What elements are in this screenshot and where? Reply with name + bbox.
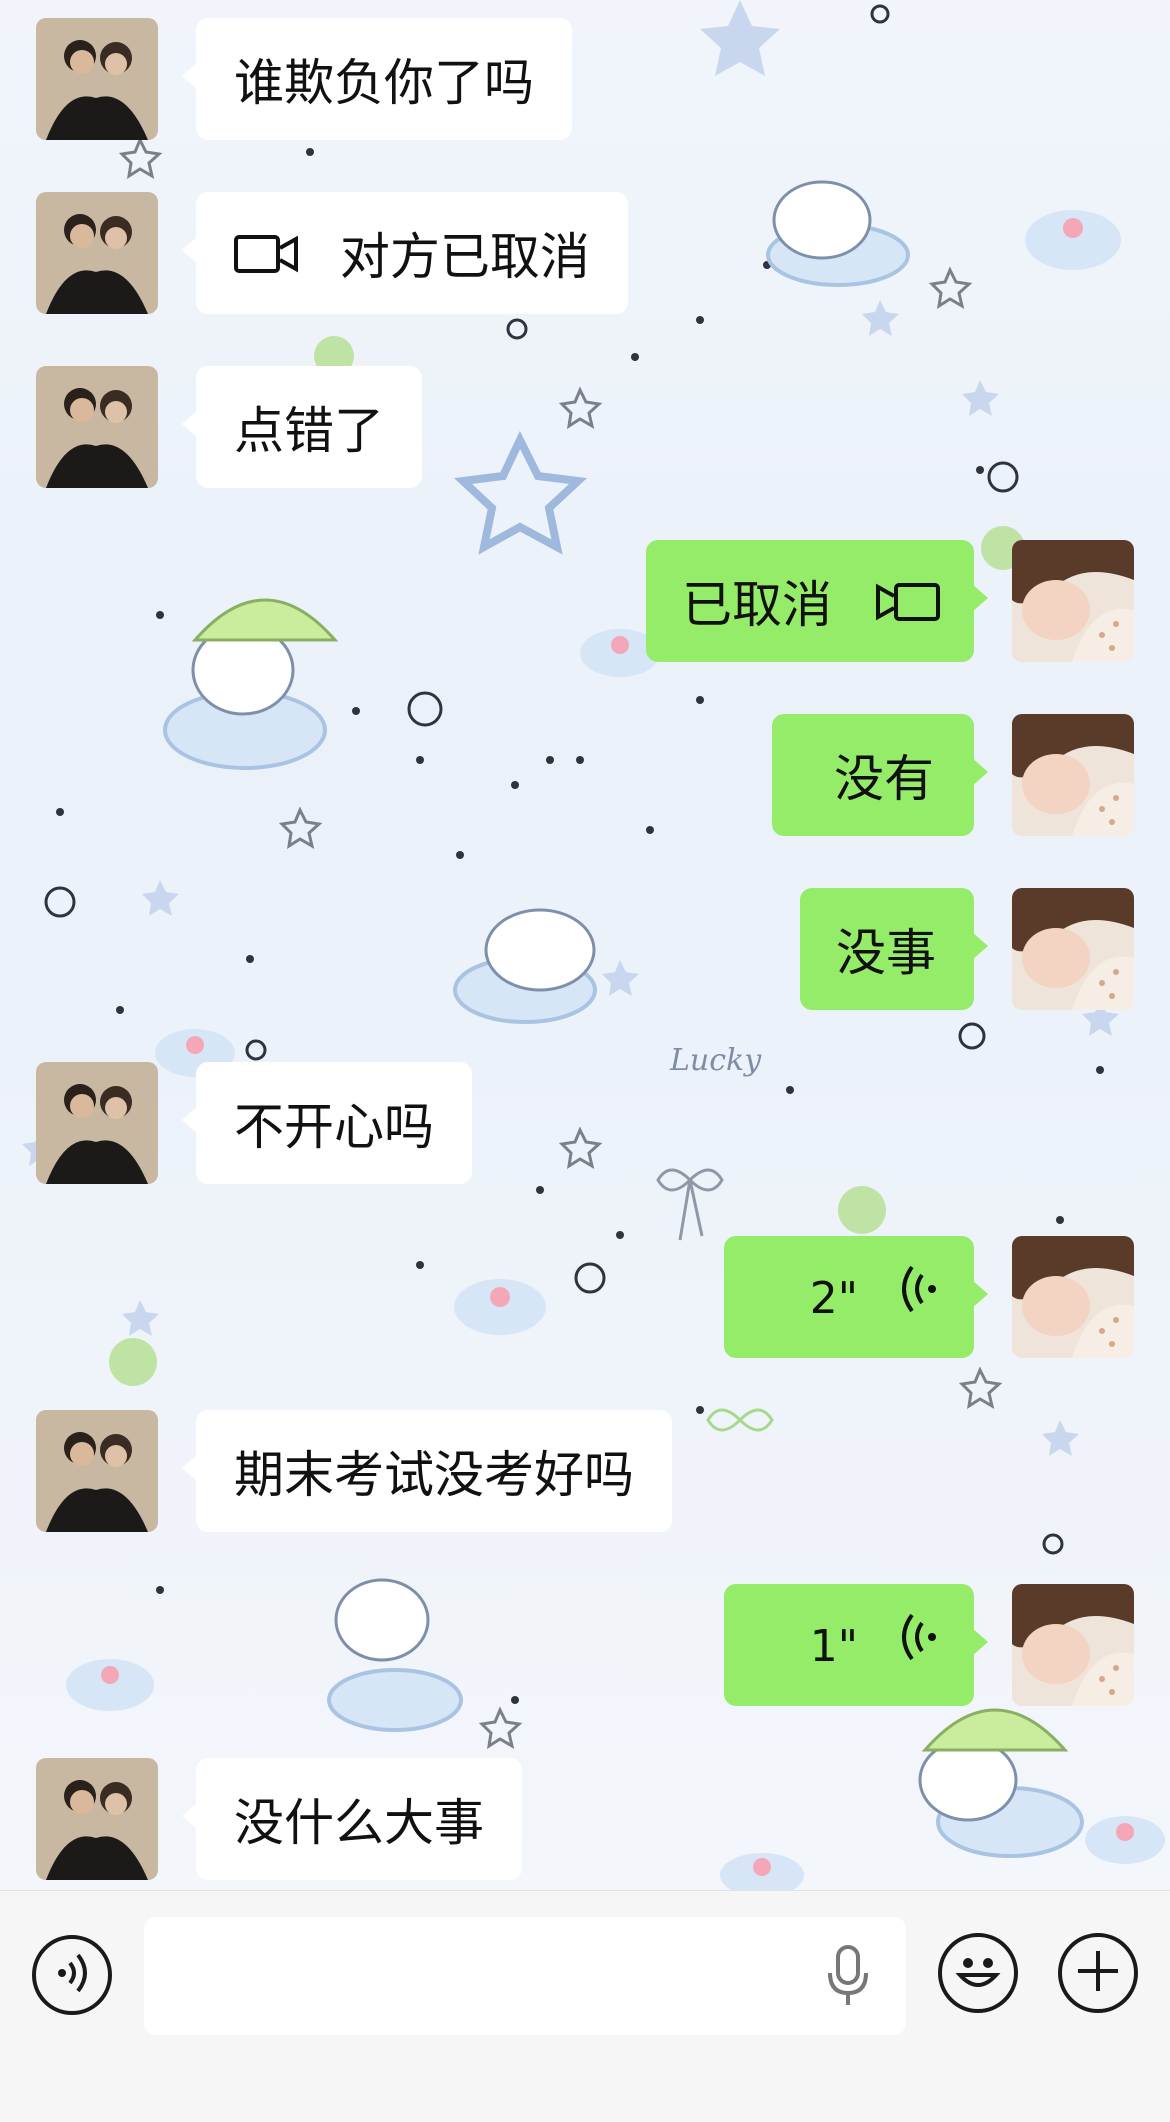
- my-avatar[interactable]: [1012, 540, 1134, 662]
- emoji-icon: [948, 1941, 1008, 2005]
- message-bubble-outgoing[interactable]: 没事: [800, 888, 988, 1010]
- message-bubble-outgoing-call[interactable]: 已取消: [646, 540, 988, 662]
- plus-icon: [1074, 1947, 1122, 1999]
- my-avatar[interactable]: [1012, 888, 1134, 1010]
- my-avatar[interactable]: [1012, 1236, 1134, 1358]
- message-text: 没什么大事: [234, 1793, 484, 1852]
- voice-mode-button[interactable]: [32, 1935, 112, 2015]
- message-bubble-incoming[interactable]: 没什么大事: [182, 1758, 522, 1880]
- voice-wave-icon: [898, 1586, 938, 1708]
- message-bubble-incoming[interactable]: 不开心吗: [182, 1062, 472, 1184]
- emoji-button[interactable]: [938, 1933, 1018, 2013]
- message-text: 已取消: [682, 575, 832, 634]
- contact-avatar[interactable]: [36, 18, 158, 140]
- voice-duration: 2": [809, 1273, 858, 1324]
- my-avatar[interactable]: [1012, 1584, 1134, 1706]
- message-text: 没事: [836, 923, 936, 982]
- voice-wave-icon: [898, 1238, 938, 1360]
- message-text: 期末考试没考好吗: [234, 1445, 634, 1504]
- message-bubble-incoming[interactable]: 期末考试没考好吗: [182, 1410, 672, 1532]
- video-call-icon: [875, 544, 940, 666]
- contact-avatar[interactable]: [36, 1062, 158, 1184]
- contact-avatar[interactable]: [36, 192, 158, 314]
- voice-mode-icon: [50, 1951, 94, 1999]
- more-options-button[interactable]: [1058, 1933, 1138, 2013]
- message-bubble-outgoing[interactable]: 没有: [772, 714, 988, 836]
- voice-message-bubble[interactable]: 2": [724, 1236, 988, 1360]
- message-text: 不开心吗: [234, 1097, 434, 1156]
- message-text: 对方已取消: [339, 227, 590, 286]
- message-bubble-incoming-call[interactable]: 对方已取消: [182, 192, 628, 314]
- chat-message-list[interactable]: 谁欺负你了吗 对方已取消 点错了 已取消 没有 没事 不开心吗 2" 期末考试没…: [0, 0, 1170, 1890]
- message-text: 谁欺负你了吗: [234, 53, 534, 112]
- contact-avatar[interactable]: [36, 1410, 158, 1532]
- voice-duration: 1": [809, 1621, 858, 1672]
- message-input[interactable]: [144, 1917, 906, 2035]
- my-avatar[interactable]: [1012, 714, 1134, 836]
- microphone-icon[interactable]: [826, 1945, 870, 2011]
- message-text: 点错了: [234, 401, 384, 460]
- message-text: 没有: [834, 749, 934, 808]
- message-bubble-incoming[interactable]: 点错了: [182, 366, 422, 488]
- voice-message-bubble[interactable]: 1": [724, 1584, 988, 1708]
- message-bubble-incoming[interactable]: 谁欺负你了吗: [182, 18, 572, 140]
- contact-avatar[interactable]: [36, 1758, 158, 1880]
- chat-input-bar: [0, 1890, 1170, 2122]
- contact-avatar[interactable]: [36, 366, 158, 488]
- video-call-icon: [234, 196, 298, 318]
